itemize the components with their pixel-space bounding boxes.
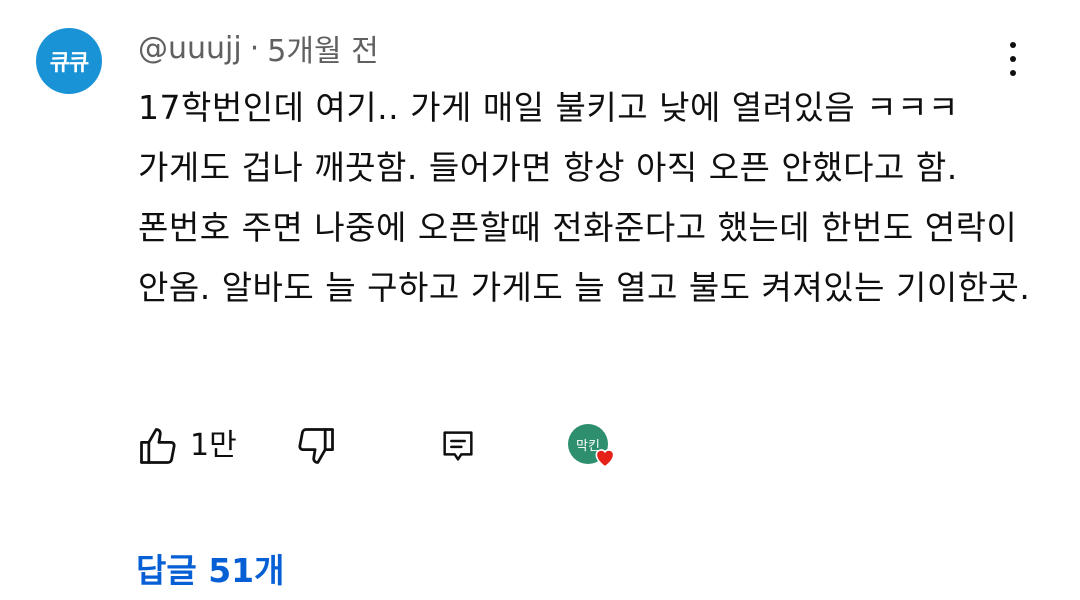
view-replies-button[interactable]: 답글 51개 [136,546,285,596]
header-separator: · [249,30,260,66]
avatar-text: 큐큐 [49,51,89,76]
comment-time[interactable]: 5개월 전 [267,26,378,70]
thumbs-down-icon [298,428,334,464]
author-name[interactable]: @uuujj [138,31,242,66]
reply-button[interactable] [438,418,478,474]
like-button[interactable] [136,418,180,474]
comment-header: @uuujj · 5개월 전 [138,26,379,70]
author-avatar[interactable]: 큐큐 [36,28,102,94]
more-options-button[interactable] [996,38,1030,80]
comment-action-bar: 1만 막킨 [136,418,696,474]
dislike-button[interactable] [294,418,338,474]
thumbs-up-icon [140,428,176,464]
heart-icon [595,449,615,468]
more-vertical-icon [1010,42,1016,48]
comment-reply-icon [443,431,473,461]
creator-heart-badge: 막킨 [568,424,628,474]
comment-text: 17학번인데 여기.. 가게 매일 불키고 낮에 열려있음 ㅋㅋㅋ 가게도 겁나… [138,88,1031,307]
like-count: 1만 [190,428,237,463]
